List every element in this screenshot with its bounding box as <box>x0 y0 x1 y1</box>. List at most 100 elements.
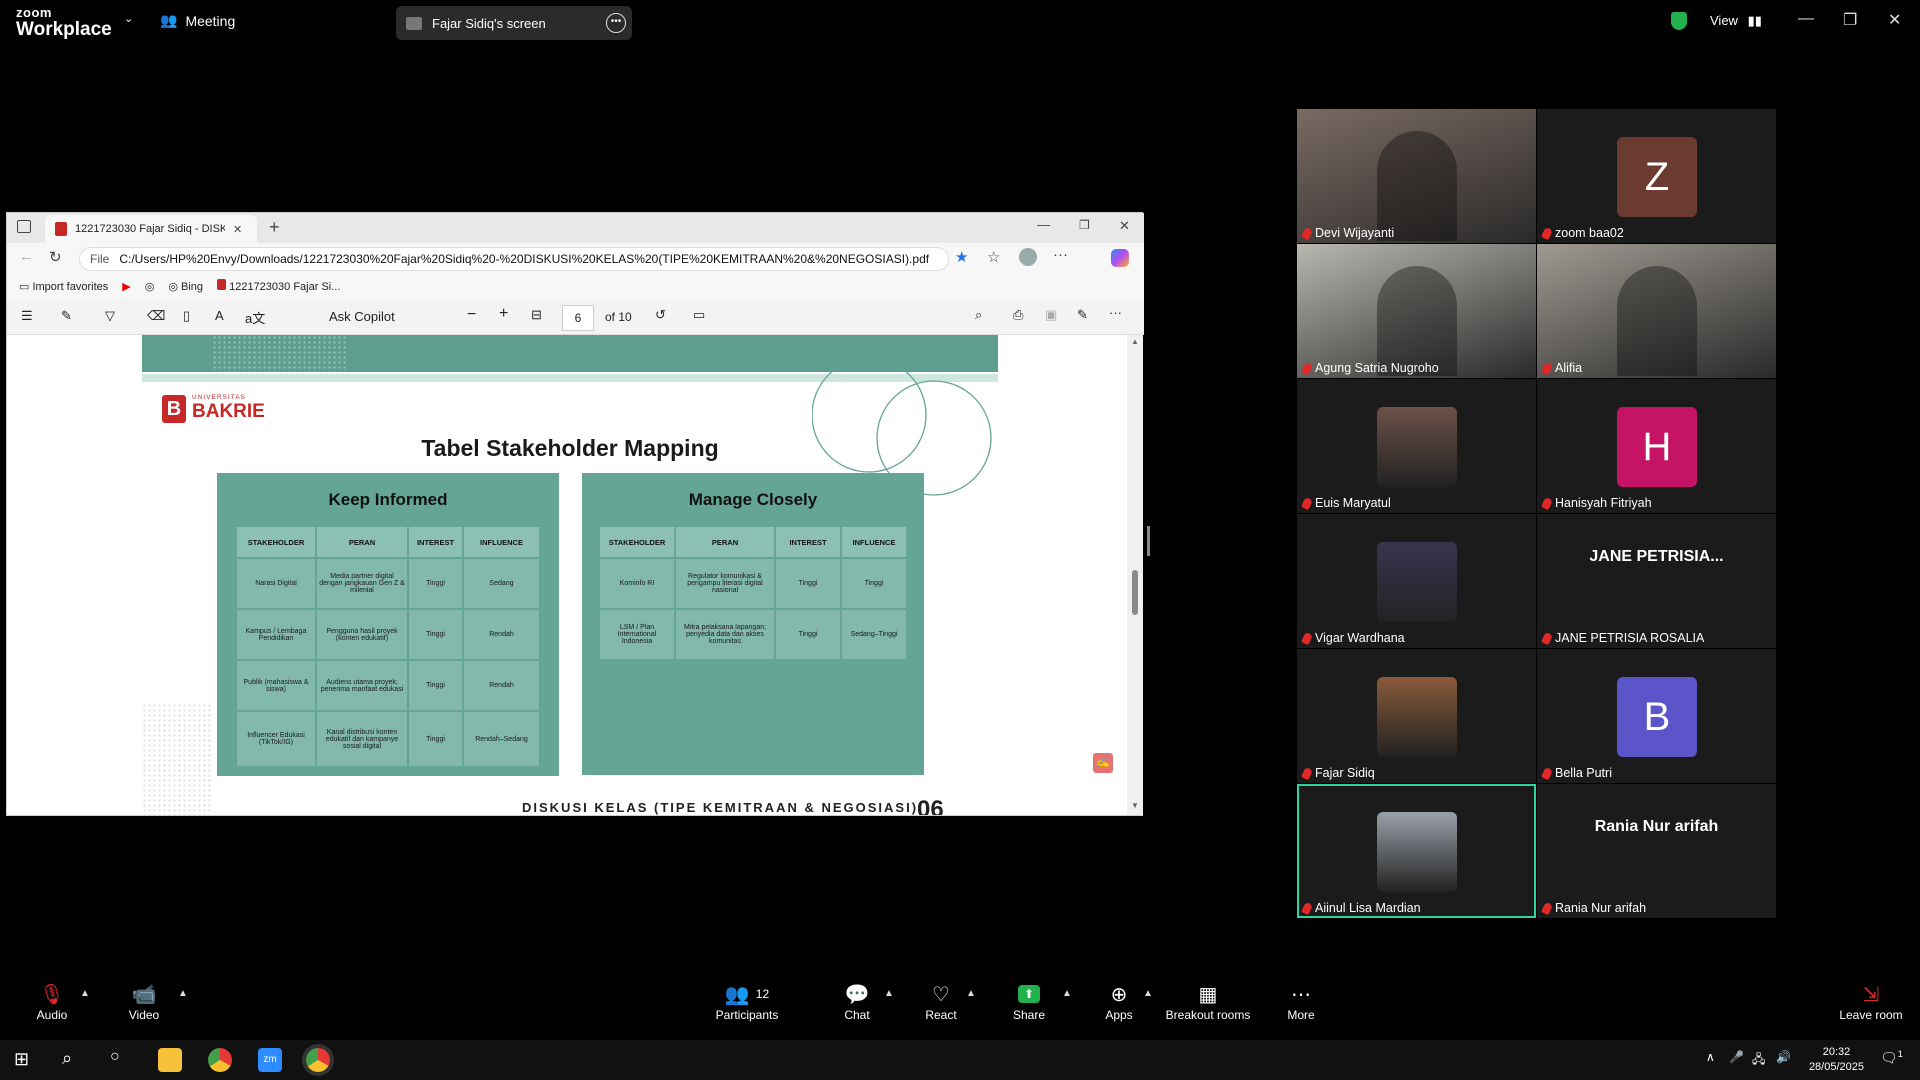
refresh-icon[interactable]: ↻ <box>49 248 62 266</box>
file-explorer-icon[interactable] <box>158 1048 182 1072</box>
screen-share-label: Fajar Sidiq's screen <box>432 15 546 31</box>
highlight-icon[interactable]: ✎ <box>61 308 72 324</box>
share-button[interactable]: ⬆ Share <box>1006 980 1052 1022</box>
import-favorites[interactable]: ▭ Import favorites <box>19 280 108 293</box>
search-icon[interactable]: ⌕ <box>62 1048 72 1069</box>
participants-button[interactable]: 👥 12 Participants <box>712 980 782 1023</box>
scroll-up-icon[interactable]: ▲ <box>1131 337 1139 346</box>
back-icon[interactable]: ← <box>19 248 34 265</box>
globe-icon[interactable]: ◎ <box>145 280 155 293</box>
page-number-input[interactable]: 6 <box>562 305 594 331</box>
participant-tile[interactable]: Agung Satria Nugroho <box>1297 244 1536 378</box>
system-clock[interactable]: 20:32 28/05/2025 <box>1809 1045 1864 1075</box>
show-hidden-icons[interactable]: ∧ <box>1706 1050 1715 1064</box>
print-icon[interactable]: ⎙ <box>1013 307 1023 323</box>
pdf-viewport[interactable]: B UNIVERSITAS BAKRIE Tabel Stakeholder M… <box>7 335 1127 815</box>
header-influence: INFLUENCE <box>462 525 541 559</box>
url-field[interactable]: File C:/Users/HP%20Envy/Downloads/122172… <box>79 247 949 271</box>
cell: Rendah <box>462 659 541 712</box>
ask-copilot-button[interactable]: Ask Copilot <box>329 309 395 324</box>
volume-icon[interactable]: 🔊 <box>1776 1050 1791 1064</box>
participant-tile[interactable]: B Bella Putri <box>1537 649 1776 783</box>
participant-tile[interactable]: Euis Maryatul <box>1297 379 1536 513</box>
browser-restore-icon[interactable]: ❐ <box>1079 218 1090 232</box>
more-tools-icon[interactable]: ··· <box>1109 305 1122 320</box>
apps-options-caret[interactable]: ▲ <box>1143 988 1153 999</box>
bing-link[interactable]: ◎ Bing <box>168 280 203 293</box>
windows-start-icon[interactable]: ⊞ <box>14 1049 29 1070</box>
copilot-icon[interactable] <box>1111 249 1129 267</box>
chrome-active-icon[interactable] <box>306 1048 330 1072</box>
scroll-thumb[interactable] <box>1132 570 1138 615</box>
splitter-handle[interactable] <box>1147 526 1150 556</box>
restore-icon[interactable]: ❐ <box>1843 10 1857 30</box>
participant-tile[interactable]: Zzoom baa02 <box>1537 109 1776 243</box>
more-options-icon[interactable]: ••• <box>606 13 626 33</box>
settings-more-icon[interactable]: ··· <box>1053 246 1068 263</box>
close-tab-icon[interactable]: ✕ <box>233 223 242 236</box>
close-icon[interactable]: ✕ <box>1888 10 1901 30</box>
chevron-down-icon[interactable]: ⌄ <box>124 12 133 25</box>
page-view-icon[interactable]: ▯ <box>183 308 190 324</box>
participant-tile[interactable]: Fajar Sidiq <box>1297 649 1536 783</box>
notifications-icon[interactable]: 🗨1 <box>1880 1049 1903 1067</box>
search-icon[interactable]: ⌕ <box>975 307 982 323</box>
chrome-icon[interactable] <box>208 1048 232 1072</box>
meeting-menu[interactable]: 👥 Meeting <box>160 12 235 29</box>
participant-tile[interactable]: Vigar Wardhana <box>1297 514 1536 648</box>
audio-button[interactable]: 🎙 Audio <box>32 980 72 1023</box>
erase-icon[interactable]: ⌫ <box>147 308 165 324</box>
youtube-icon[interactable]: ▶ <box>122 280 130 293</box>
fit-page-icon[interactable]: ⊟ <box>531 307 542 323</box>
chat-options-caret[interactable]: ▲ <box>884 988 894 999</box>
read-aloud-icon[interactable]: A <box>215 308 224 323</box>
new-tab-icon[interactable]: + <box>269 217 280 238</box>
participant-tile[interactable]: H Hanisyah Fitriyah <box>1537 379 1776 513</box>
chat-button[interactable]: 💬 Chat <box>834 980 880 1023</box>
scroll-down-icon[interactable]: ▼ <box>1131 801 1139 810</box>
rotate-icon[interactable]: ↺ <box>655 307 666 323</box>
react-options-caret[interactable]: ▲ <box>966 988 976 999</box>
share-options-caret[interactable]: ▲ <box>1062 988 1072 999</box>
encryption-shield-icon[interactable] <box>1671 12 1687 30</box>
video-options-caret[interactable]: ▲ <box>178 988 188 999</box>
save-icon[interactable]: ▣ <box>1045 307 1057 323</box>
apps-button[interactable]: ⊕ Apps <box>1096 980 1142 1023</box>
leave-room-button[interactable]: ⇲ Leave room <box>1834 980 1908 1023</box>
draw-icon[interactable]: ▽ <box>105 308 115 324</box>
participant-tile[interactable]: Alifia <box>1537 244 1776 378</box>
participant-tile[interactable]: JANE PETRISIA... JANE PETRISIA ROSALIA <box>1537 514 1776 648</box>
screen-share-pill[interactable]: Fajar Sidiq's screen ••• <box>396 6 632 40</box>
tab-actions-icon[interactable] <box>17 220 31 233</box>
browser-close-icon[interactable]: ✕ <box>1119 218 1130 234</box>
favorite-star-icon[interactable]: ★ <box>955 248 968 266</box>
network-icon[interactable]: 🖧 <box>1752 1050 1765 1071</box>
participant-tile[interactable]: Aiinul Lisa Mardian <box>1297 784 1536 918</box>
video-button[interactable]: 📹 Video <box>124 980 164 1023</box>
pdf-scrollbar[interactable]: ▲ ▼ <box>1127 335 1143 815</box>
react-button[interactable]: ♡ React <box>918 980 964 1023</box>
favorites-icon[interactable]: ☆ <box>987 248 1000 266</box>
browser-minimize-icon[interactable]: — <box>1037 217 1050 232</box>
participant-tile[interactable]: Devi Wijayanti <box>1297 109 1536 243</box>
pdf-sign-icon[interactable]: ✍ <box>1093 753 1113 773</box>
two-page-icon[interactable]: ▭ <box>693 307 705 323</box>
more-button[interactable]: ⋯ More <box>1278 980 1324 1023</box>
minimize-icon[interactable]: — <box>1798 10 1814 28</box>
browser-tab[interactable]: 1221723030 Fajar Sidiq - DISKUSI ✕ <box>45 215 257 243</box>
save-as-icon[interactable]: ✎ <box>1077 307 1088 323</box>
task-view-icon[interactable]: ○ <box>110 1048 120 1066</box>
contents-icon[interactable]: ☰ <box>21 308 33 324</box>
zoom-out-icon[interactable]: − <box>467 306 476 324</box>
participant-tile[interactable]: Rania Nur arifah Rania Nur arifah <box>1537 784 1776 918</box>
pdf-favorite-link[interactable]: 1221723030 Fajar Si... <box>217 279 340 293</box>
view-button[interactable]: View ▮▮ <box>1710 13 1762 29</box>
zoom-in-icon[interactable]: + <box>499 305 508 323</box>
breakout-rooms-button[interactable]: ▦ Breakout rooms <box>1160 980 1256 1023</box>
zoom-app-icon[interactable]: zm <box>258 1048 282 1072</box>
profile-avatar[interactable] <box>1019 248 1037 266</box>
microphone-icon[interactable]: 🎤 <box>1729 1050 1744 1064</box>
avatar <box>1377 407 1457 487</box>
translate-icon[interactable]: a文 <box>245 308 265 327</box>
audio-options-caret[interactable]: ▲ <box>80 988 90 999</box>
